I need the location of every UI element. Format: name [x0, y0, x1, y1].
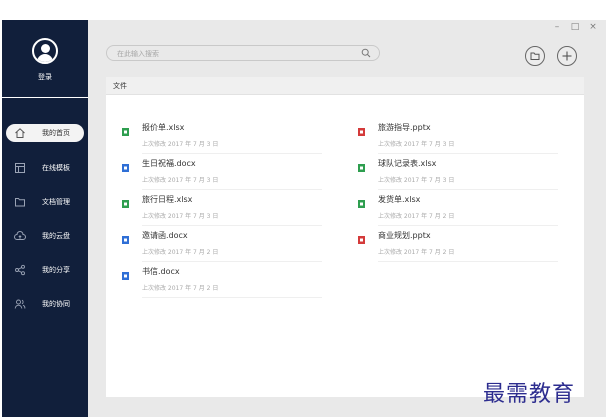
share-icon	[15, 264, 25, 276]
file-modified: 上次修改 2017 年 7 月 3 日	[378, 177, 455, 184]
sidebar-item-label: 我的云盘	[42, 232, 70, 240]
xlsx-file-icon	[358, 164, 365, 172]
sidebar-item-share[interactable]: 我的分享	[6, 261, 84, 279]
files-panel-header: 文件	[106, 77, 584, 95]
files-panel-title: 文件	[113, 82, 127, 90]
search-input[interactable]: 在此输入搜索	[106, 45, 380, 61]
file-item[interactable]: 旅游指导.pptx 上次修改 2017 年 7 月 3 日	[358, 120, 558, 154]
search-icon[interactable]	[361, 48, 371, 58]
avatar-icon[interactable]	[32, 38, 58, 64]
sidebar-item-collaborate[interactable]: 我的协同	[6, 295, 84, 313]
collaborate-icon	[14, 299, 26, 309]
open-folder-button[interactable]	[525, 46, 545, 66]
folder-icon	[530, 52, 540, 60]
file-item[interactable]: 旅行日程.xlsx 上次修改 2017 年 7 月 3 日	[122, 192, 322, 226]
home-icon	[15, 128, 25, 138]
file-modified: 上次修改 2017 年 7 月 3 日	[142, 141, 219, 148]
login-label[interactable]: 登录	[2, 72, 88, 82]
pptx-file-icon	[358, 128, 365, 136]
sidebar: 登录 我的首页 在线模板 文档管理 我的云盘 我的分享 我的协同	[2, 20, 88, 417]
sidebar-item-label: 我的首页	[42, 129, 70, 137]
close-button[interactable]: ×	[588, 22, 598, 32]
file-name: 生日祝福.docx	[142, 159, 196, 168]
file-name: 报价单.xlsx	[142, 123, 185, 132]
file-modified: 上次修改 2017 年 7 月 2 日	[142, 249, 219, 256]
xlsx-file-icon	[122, 200, 129, 208]
file-name: 书信.docx	[142, 267, 180, 276]
minimize-button[interactable]: –	[552, 22, 562, 32]
file-item[interactable]: 发货单.xlsx 上次修改 2017 年 7 月 2 日	[358, 192, 558, 226]
sidebar-item-cloud[interactable]: 我的云盘	[6, 227, 84, 245]
sidebar-item-label: 文档管理	[42, 198, 70, 206]
file-modified: 上次修改 2017 年 7 月 3 日	[378, 141, 455, 148]
main-area: – □ × 在此输入搜索 文件 报价单.xlsx 上次修改 2017 年 7 月…	[88, 20, 606, 417]
file-item[interactable]: 书信.docx 上次修改 2017 年 7 月 2 日	[122, 264, 322, 298]
maximize-button[interactable]: □	[570, 22, 580, 32]
sidebar-item-label: 我的分享	[42, 266, 70, 274]
file-item[interactable]: 报价单.xlsx 上次修改 2017 年 7 月 3 日	[122, 120, 322, 154]
files-panel: 文件 报价单.xlsx 上次修改 2017 年 7 月 3 日 旅游指导.ppt…	[106, 77, 584, 397]
watermark-text: 最需教育	[483, 382, 576, 407]
file-name: 商业规划.pptx	[378, 231, 431, 240]
app-window: 登录 我的首页 在线模板 文档管理 我的云盘 我的分享 我的协同 – □ × 在…	[0, 0, 606, 417]
sidebar-item-home[interactable]: 我的首页	[6, 124, 84, 142]
file-item[interactable]: 生日祝福.docx 上次修改 2017 年 7 月 3 日	[122, 156, 322, 190]
file-item[interactable]: 邀请函.docx 上次修改 2017 年 7 月 2 日	[122, 228, 322, 262]
new-file-button[interactable]	[557, 46, 577, 66]
file-name: 发货单.xlsx	[378, 195, 421, 204]
file-name: 旅行日程.xlsx	[142, 195, 193, 204]
docx-file-icon	[122, 164, 129, 172]
file-modified: 上次修改 2017 年 7 月 3 日	[142, 213, 219, 220]
template-icon	[15, 163, 25, 173]
sidebar-item-label: 在线模板	[42, 164, 70, 172]
plus-icon	[562, 51, 572, 61]
docx-file-icon	[122, 272, 129, 280]
folder-icon	[15, 198, 25, 207]
docx-file-icon	[122, 236, 129, 244]
file-modified: 上次修改 2017 年 7 月 2 日	[142, 285, 219, 292]
file-name: 邀请函.docx	[142, 231, 188, 240]
xlsx-file-icon	[358, 200, 365, 208]
sidebar-item-label: 我的协同	[42, 300, 70, 308]
sidebar-item-templates[interactable]: 在线模板	[6, 159, 84, 177]
sidebar-item-documents[interactable]: 文档管理	[6, 193, 84, 211]
xlsx-file-icon	[122, 128, 129, 136]
file-modified: 上次修改 2017 年 7 月 2 日	[378, 249, 455, 256]
file-modified: 上次修改 2017 年 7 月 3 日	[142, 177, 219, 184]
file-modified: 上次修改 2017 年 7 月 2 日	[378, 213, 455, 220]
file-name: 球队记录表.xlsx	[378, 159, 437, 168]
file-name: 旅游指导.pptx	[378, 123, 431, 132]
file-item[interactable]: 商业规划.pptx 上次修改 2017 年 7 月 2 日	[358, 228, 558, 262]
pptx-file-icon	[358, 236, 365, 244]
login-area[interactable]: 登录	[2, 20, 88, 98]
cloud-icon	[14, 231, 26, 240]
search-placeholder: 在此输入搜索	[117, 50, 159, 58]
file-item[interactable]: 球队记录表.xlsx 上次修改 2017 年 7 月 3 日	[358, 156, 558, 190]
